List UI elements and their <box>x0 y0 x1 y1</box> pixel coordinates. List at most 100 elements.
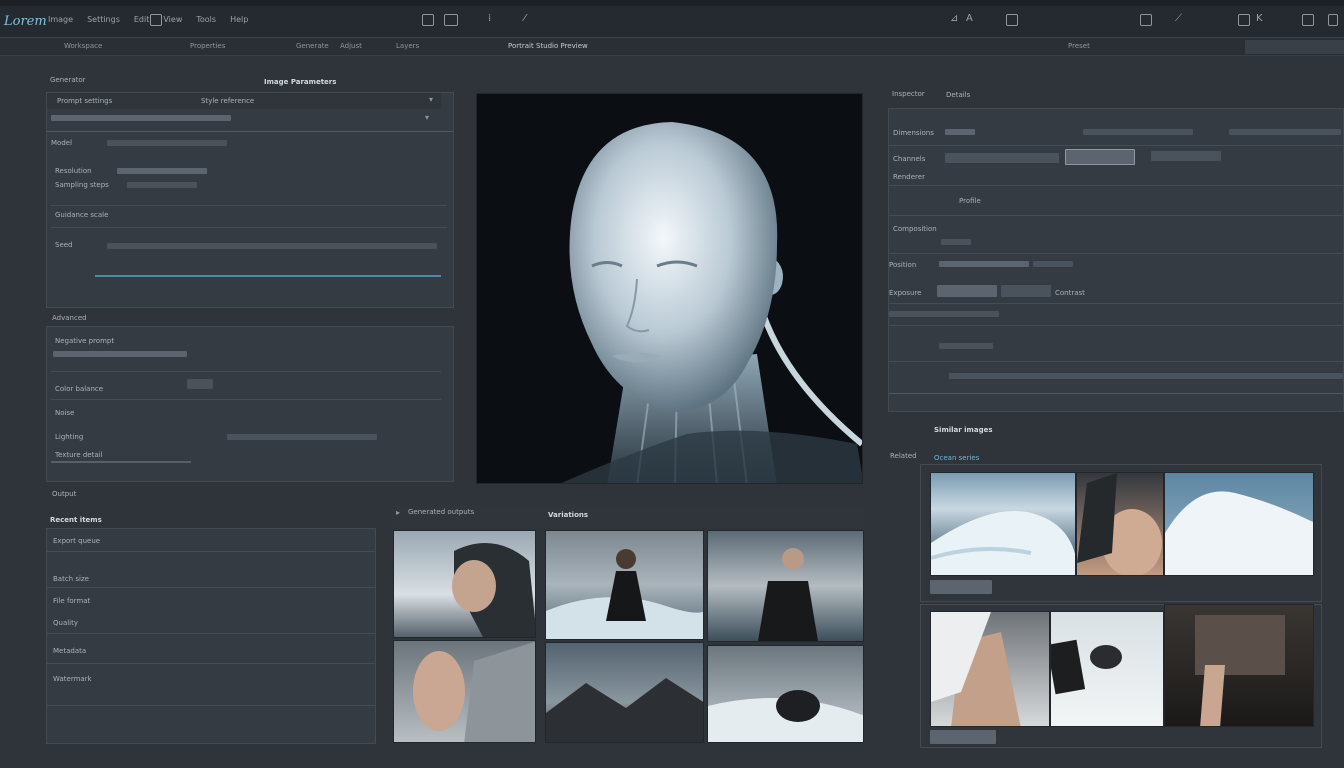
field-texture: Texture detail <box>55 451 103 459</box>
pen-icon[interactable]: ⟋ <box>1175 13 1182 24</box>
panel-icon[interactable] <box>1140 14 1152 26</box>
recent-row[interactable]: Metadata <box>53 647 86 655</box>
field-color-balance: Color balance <box>55 385 104 393</box>
menu-item-tools[interactable]: Tools <box>196 15 216 24</box>
lighting-slider[interactable] <box>227 434 377 440</box>
subbar-properties[interactable]: Properties <box>190 42 225 50</box>
export-icon[interactable] <box>1238 14 1250 26</box>
field-negative-prompt: Negative prompt <box>55 337 115 345</box>
renderer-field[interactable] <box>1151 151 1221 161</box>
position-y[interactable] <box>1033 261 1073 267</box>
crop-icon[interactable] <box>422 14 434 26</box>
gallery-thumb[interactable] <box>707 645 864 743</box>
recent-row[interactable]: Watermark <box>53 675 92 683</box>
contrast-slider[interactable] <box>889 311 999 317</box>
subbar-generate[interactable]: Generate <box>296 42 329 50</box>
recent-row[interactable]: Export queue <box>53 537 100 545</box>
divider <box>51 399 441 400</box>
recent-panel: Export queue Batch size File format Qual… <box>46 528 376 744</box>
position-value[interactable] <box>939 261 1029 267</box>
text-tool-icon[interactable]: ⊿ <box>950 13 958 24</box>
gallery-thumb[interactable] <box>707 530 864 642</box>
texture-slider[interactable] <box>51 461 191 463</box>
subbar-workspace[interactable]: Workspace <box>64 42 102 50</box>
right-gallery-thumb[interactable] <box>930 472 1076 576</box>
field-guidance: Guidance scale <box>55 211 109 219</box>
gallery-subheader: Generated outputs <box>408 508 475 516</box>
menu-item-edit[interactable]: Edit <box>134 15 150 24</box>
exposure-offset[interactable] <box>1001 285 1051 297</box>
dimensions-value[interactable] <box>945 129 975 135</box>
thumb-image <box>452 543 535 637</box>
frame-icon[interactable] <box>444 14 458 26</box>
recent-row[interactable]: Quality <box>53 619 78 627</box>
thumb-image <box>931 511 1075 575</box>
thumb-image <box>546 549 703 639</box>
saturation-value[interactable] <box>939 343 993 349</box>
gallery-thumb[interactable] <box>545 642 704 743</box>
menu-item-view[interactable]: View <box>163 15 182 24</box>
field-lighting: Lighting <box>55 433 84 441</box>
subbar-layers[interactable]: Layers <box>396 42 419 50</box>
app-logo: Lorem <box>4 14 47 29</box>
android-portrait-image <box>561 122 862 483</box>
divider <box>889 361 1343 362</box>
level-slider[interactable] <box>949 373 1343 379</box>
gallery-thumb[interactable] <box>545 530 704 640</box>
grid-icon[interactable] <box>1006 14 1018 26</box>
right-gallery-thumb[interactable] <box>1076 472 1164 576</box>
chevron-down-icon[interactable]: ▾ <box>429 95 433 104</box>
thumb-image <box>1077 473 1162 575</box>
right-gallery-thumb[interactable] <box>1164 604 1314 727</box>
right-gallery-thumb[interactable] <box>1050 611 1164 727</box>
menu-item-settings[interactable]: Settings <box>87 15 120 24</box>
tab-style[interactable]: Style reference <box>201 97 254 105</box>
chevron-down-icon[interactable]: ▾ <box>425 113 429 122</box>
sub-toolbar: Workspace Properties Generate Adjust Lay… <box>0 38 1344 56</box>
channels-field[interactable] <box>945 153 1059 163</box>
profile-field[interactable] <box>1065 149 1135 165</box>
search-input[interactable] <box>1245 40 1344 54</box>
advanced-panel: Negative prompt Color balance Noise Ligh… <box>46 326 454 482</box>
channels-value[interactable] <box>1083 129 1193 135</box>
k-tool-icon[interactable]: K <box>1256 13 1263 24</box>
composition-value[interactable] <box>941 239 971 245</box>
subbar-center-label: Portrait Studio Preview <box>508 42 588 50</box>
subbar-adjust[interactable]: Adjust <box>340 42 362 50</box>
right-gallery-thumb[interactable] <box>930 611 1050 727</box>
model-value[interactable] <box>107 140 227 146</box>
main-image-viewer[interactable] <box>476 93 863 484</box>
type-a-icon[interactable]: A <box>966 13 973 24</box>
right-gallery-sublabel[interactable]: Ocean series <box>934 454 979 462</box>
divider <box>47 551 375 552</box>
gallery-thumb[interactable] <box>393 640 536 743</box>
exposure-value[interactable] <box>937 285 997 297</box>
resolution-value[interactable] <box>117 168 207 174</box>
field-seed: Seed <box>55 241 73 249</box>
recent-row[interactable]: Batch size <box>53 575 89 583</box>
layers-icon[interactable] <box>150 14 162 26</box>
seed-slider[interactable] <box>107 243 437 249</box>
divider <box>889 303 1343 304</box>
gallery-thumb[interactable] <box>393 530 536 638</box>
play-icon[interactable]: ▸ <box>396 508 400 517</box>
model-field[interactable] <box>51 115 231 121</box>
subbar-preset[interactable]: Preset <box>1068 42 1090 50</box>
close-icon[interactable] <box>1328 14 1338 26</box>
color-balance-value[interactable] <box>187 379 213 389</box>
menu-item-help[interactable]: Help <box>230 15 248 24</box>
adjust-icon[interactable]: ⁞ <box>488 13 491 24</box>
renderer-value[interactable] <box>1229 129 1341 135</box>
tab-prompt[interactable]: Prompt settings <box>57 97 112 105</box>
window-icon[interactable] <box>1302 14 1314 26</box>
divider <box>889 253 1343 254</box>
recent-row[interactable]: File format <box>53 597 90 605</box>
left-panel-header: Generator <box>50 76 86 84</box>
negative-prompt-input[interactable] <box>53 351 187 357</box>
menu-item-image[interactable]: Image <box>48 15 73 24</box>
brush-icon[interactable]: ⁄ <box>524 13 526 24</box>
inspector-header: Inspector <box>892 90 925 98</box>
divider <box>889 145 1343 146</box>
sampling-value[interactable] <box>127 182 197 188</box>
right-gallery-thumb[interactable] <box>1164 472 1314 576</box>
